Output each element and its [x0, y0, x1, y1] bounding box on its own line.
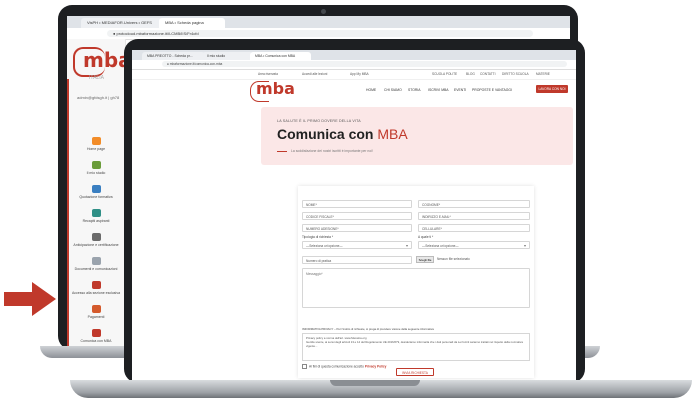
back-browser-address-bar[interactable]: ● protocloud.mbaformazione.it/il-CMB/IIS…	[107, 30, 533, 37]
front-browser-tab-1[interactable]: MBA PREOTTO - Scheda pr...	[142, 52, 205, 60]
anticipazione-icon	[91, 233, 101, 241]
topbar-accedi-lezioni[interactable]: Accedi alle lezioni	[302, 71, 327, 78]
topbar-app[interactable]: App My MBA	[350, 71, 369, 78]
hero-kicker: LA SALUTE È IL PRIMO DOVERE DELLA VITA	[277, 119, 361, 123]
topbar-contatti[interactable]: CONTATTI	[480, 71, 495, 78]
recapiti-icon	[91, 209, 101, 217]
cognome-field[interactable]: COGNOME*	[418, 200, 530, 208]
page-title-accent: MBA	[377, 126, 408, 142]
back-sidebar: mba ITALIA admin@gfdsgh.it | gh78 Home p…	[67, 39, 132, 346]
site-logo[interactable]: mba	[256, 79, 295, 98]
sidebar-item-label: Comunica con MBA	[80, 339, 112, 343]
home-icon	[91, 137, 101, 145]
sidebar-item-pagamenti[interactable]: Pagamenti	[67, 305, 125, 327]
pointer-arrow-icon	[4, 292, 34, 306]
sidebar-item-label: Il mio studio	[86, 171, 106, 175]
back-laptop-camera	[321, 9, 326, 14]
hero-banner: LA SALUTE È IL PRIMO DOVERE DELLA VITA C…	[261, 107, 573, 165]
codice-fiscale-field[interactable]: CODICE FISCALE*	[302, 212, 412, 220]
sidebar-item-label: Accesso alla sezione esclusiva	[71, 291, 121, 295]
front-browser-tabbar: MBA PREOTTO - Scheda pr... Il mio studio…	[132, 50, 576, 60]
sidebar-item-label: Anticipazione e certificazione	[73, 243, 119, 247]
nav-item-home[interactable]: HOME	[366, 88, 376, 92]
sidebar-item-accesso[interactable]: Accesso alla sezione esclusiva	[67, 281, 125, 303]
documenti-icon	[91, 257, 101, 265]
nome-field[interactable]: NOME*	[302, 200, 412, 208]
studio-icon	[91, 161, 101, 169]
file-status: Nessun file selezionato	[437, 257, 470, 261]
numero-pratica-field[interactable]: Numero di pratica	[302, 256, 412, 264]
front-laptop-notch	[330, 380, 420, 386]
site-topbar: Area riservata Accedi alle lezioni App M…	[132, 70, 576, 80]
sidebar-item-recapiti[interactable]: Recapiti aspiranti	[67, 209, 125, 231]
back-browser-tab-1[interactable]: VisPH • MEDIAFOR.Univers • GEFS	[81, 18, 163, 28]
message-textarea[interactable]: Messaggio*	[302, 268, 530, 308]
back-browser-tab-2[interactable]: MBA • Scheda pagina	[159, 18, 225, 28]
front-browser-address-bar[interactable]: ● mbaformazione.it/comunica-con-mba	[162, 61, 567, 67]
nav-item-storia[interactable]: STORIA	[408, 88, 421, 92]
privacy-consent[interactable]: Ai fini di questa comunicazione accetto …	[302, 364, 386, 369]
consent-text: Ai fini di questa comunicazione accetto	[309, 364, 364, 369]
contact-form: NOME* COGNOME* CODICE FISCALE* INDIRIZZO…	[298, 186, 534, 378]
hero-subtitle-line	[277, 151, 287, 152]
sidebar-item-comunica[interactable]: Comunica con MBA	[67, 329, 125, 346]
send-request-button[interactable]: INVIA RICHIESTA	[396, 368, 434, 376]
nav-item-eventi[interactable]: EVENTI	[454, 88, 466, 92]
privacy-heading: INFORMATIVA PRIVACY – Per l'inoltro di r…	[302, 327, 434, 331]
sidebar-item-label: Home page	[86, 147, 106, 151]
nav-item-iscrivi[interactable]: ISCRIVI MBA	[428, 88, 449, 92]
sidebar-item-quotazione[interactable]: Quotazione formativa	[67, 185, 125, 207]
quale-select[interactable]: —Seleziona un'opzione—	[418, 241, 530, 249]
sidebar-item-label: Documenti e comunicazioni	[74, 267, 118, 271]
page-title: Comunica con MBA	[277, 126, 408, 142]
sidebar-item-label: Quotazione formativa	[79, 195, 113, 199]
topbar-blog[interactable]: BLOG	[466, 71, 475, 78]
front-browser-tab-2[interactable]: Il mio studio	[202, 52, 253, 60]
accesso-icon	[91, 281, 101, 289]
comunica-icon	[91, 329, 101, 337]
topbar-area-riservata[interactable]: Area riservata	[258, 71, 278, 78]
sidebar-item-anticipazione[interactable]: Anticipazione e certificazione	[67, 233, 125, 255]
back-sidebar-menu: Home page Il mio studio Quotazione forma…	[67, 135, 125, 346]
nav-item-proposte[interactable]: PROPOSTE E VANTAGGI	[472, 88, 512, 92]
numero-adesione-field[interactable]: NUMERO ADESIONE*	[302, 224, 412, 232]
quale-label: A quale ti *	[418, 235, 434, 239]
tipologia-select[interactable]: —Seleziona un'opzione—	[302, 241, 412, 249]
front-browser-toolbar: ● mbaformazione.it/comunica-con-mba	[132, 60, 576, 70]
front-laptop-screen: MBA PREOTTO - Scheda pr... Il mio studio…	[132, 50, 576, 380]
choose-file-button[interactable]: Scegli file	[416, 256, 434, 263]
back-browser-tabbar: VisPH • MEDIAFOR.Univers • GEFS MBA • Sc…	[67, 16, 570, 28]
front-browser-tab-3[interactable]: MBA • Comunica con MBA	[250, 52, 311, 60]
topbar-scuola[interactable]: SCUOLA POLITE	[432, 71, 457, 78]
page-title-main: Comunica con	[277, 126, 374, 142]
site-navbar: mba HOME CHI SIAMO STORIA ISCRIVI MBA EV…	[132, 79, 576, 102]
hero-subtitle: La soddisfazione dei nostri iscritti è i…	[291, 149, 373, 153]
sidebar-item-label: Recapiti aspiranti	[82, 219, 110, 223]
quotazione-icon	[91, 185, 101, 193]
tipologia-label: Tipologia di richiesta *	[302, 235, 334, 239]
sidebar-item-home[interactable]: Home page	[67, 137, 125, 159]
privacy-policy-link[interactable]: Privacy Policy	[365, 364, 387, 368]
pointer-arrow-head-icon	[32, 282, 56, 316]
email-field[interactable]: INDIRIZZO E-MAIL*	[418, 212, 530, 220]
sidebar-item-studio[interactable]: Il mio studio	[67, 161, 125, 183]
sidebar-item-label: Pagamenti	[87, 315, 105, 319]
topbar-diritto[interactable]: DIRITTO SCUOLA	[502, 71, 529, 78]
privacy-policy-box[interactable]: Privacy policy a norma dell'art. www.Mes…	[302, 333, 530, 361]
lavora-con-noi-button[interactable]: LAVORA CON NOI	[536, 85, 568, 93]
back-user-line: admin@gfdsgh.it | gh78	[77, 95, 120, 100]
pagamenti-icon	[91, 305, 101, 313]
nav-item-chi-siamo[interactable]: CHI SIAMO	[384, 88, 402, 92]
sidebar-item-documenti[interactable]: Documenti e comunicazioni	[67, 257, 125, 279]
privacy-line-2: Gentile utente, ai sensi degli articoli …	[306, 340, 523, 348]
consent-checkbox[interactable]	[302, 364, 307, 369]
back-logo-subtitle: ITALIA	[89, 75, 104, 81]
cellulare-field[interactable]: CELLULARE*	[418, 224, 530, 232]
topbar-materie[interactable]: MATERIE	[536, 71, 550, 78]
